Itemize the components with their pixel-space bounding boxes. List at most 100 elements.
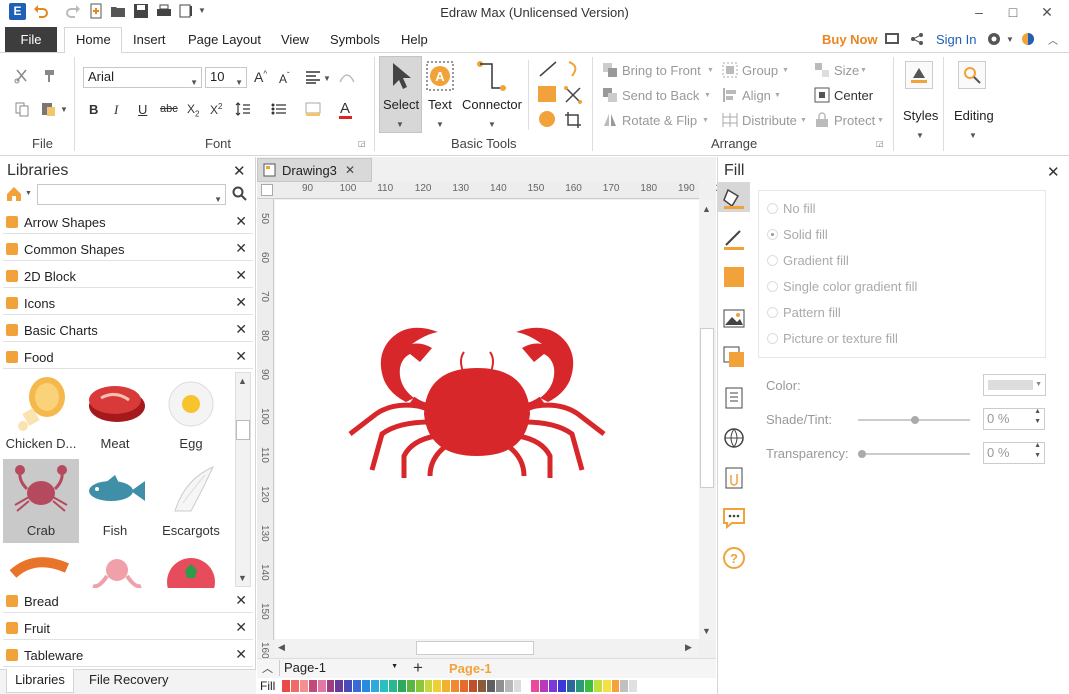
collapse-ribbon-icon[interactable]: ︿ (1048, 32, 1058, 47)
radio-gradient-fill[interactable] (767, 255, 778, 266)
line-spacing-icon[interactable] (235, 102, 251, 116)
transparency-slider-track[interactable] (858, 453, 970, 455)
presentation-icon[interactable] (884, 32, 900, 46)
palette-swatch[interactable] (326, 680, 336, 692)
add-page-icon[interactable]: + (413, 658, 423, 678)
close-icon[interactable]: ✕ (235, 646, 247, 663)
connector-tool-icon[interactable] (474, 60, 508, 94)
send-to-back-button[interactable]: Send to Back (622, 88, 699, 103)
cut-icon[interactable] (14, 68, 30, 84)
palette-swatch[interactable] (362, 680, 372, 692)
palette-swatch[interactable] (629, 680, 639, 692)
comment-icon[interactable] (722, 506, 746, 530)
fill-panel-close-icon[interactable]: ✕ (1047, 163, 1060, 181)
theme-icon[interactable] (1020, 31, 1036, 47)
buy-now-link[interactable]: Buy Now (822, 32, 878, 47)
palette-swatch[interactable] (317, 680, 327, 692)
shrink-font-icon[interactable]: Aˇ (279, 71, 290, 86)
settings-dropdown-icon[interactable]: ▼ (1006, 35, 1014, 44)
document-tab-close-icon[interactable]: ✕ (345, 163, 355, 177)
bring-to-front-icon[interactable] (602, 62, 618, 78)
text-tool-icon[interactable]: A (426, 61, 454, 91)
format-painter-icon[interactable] (40, 68, 56, 84)
palette-swatch[interactable] (602, 680, 612, 692)
align-dropdown-icon[interactable]: ▼ (323, 74, 331, 83)
palette-swatch[interactable] (593, 680, 603, 692)
library-search-input[interactable]: ▼ (37, 184, 226, 205)
underline-icon[interactable]: U (138, 102, 147, 117)
palette-swatch[interactable] (451, 680, 461, 692)
palette-swatch[interactable] (388, 680, 398, 692)
tab-libraries[interactable]: Libraries (6, 669, 74, 693)
transparency-slider-knob[interactable] (858, 450, 866, 458)
color-picker[interactable]: ▼ (983, 374, 1046, 396)
share-icon[interactable] (910, 32, 924, 46)
tab-home[interactable]: Home (76, 32, 111, 47)
palette-swatch[interactable] (531, 680, 541, 692)
close-icon[interactable]: ✕ (235, 294, 247, 311)
option-pattern-fill[interactable]: Pattern fill (783, 305, 841, 320)
option-picture-texture-fill[interactable]: Picture or texture fill (783, 331, 898, 346)
palette-swatch[interactable] (353, 680, 363, 692)
shape-octopus[interactable] (79, 554, 151, 588)
option-single-color-gradient-fill[interactable]: Single color gradient fill (783, 279, 917, 294)
scroll-right-icon[interactable]: ▶ (685, 642, 692, 653)
palette-swatch[interactable] (522, 680, 532, 692)
distribute-dropdown-icon[interactable]: ▼ (800, 117, 807, 124)
italic-icon[interactable]: I (114, 102, 118, 118)
grow-font-icon[interactable]: A^ (254, 69, 267, 85)
shape-crab-selected[interactable]: Crab (3, 459, 79, 543)
font-dialog-launcher-icon[interactable]: ◲ (358, 139, 366, 148)
line-style-icon[interactable] (722, 227, 746, 251)
help-icon[interactable]: ? (722, 546, 746, 570)
bullet-list-icon[interactable] (271, 102, 287, 116)
rotate-flip-icon[interactable] (602, 112, 618, 128)
center-icon[interactable] (814, 87, 830, 103)
page-selector[interactable]: Page-1 ▼ (279, 660, 400, 676)
minimize-button[interactable]: – (962, 0, 996, 24)
bring-to-front-button[interactable]: Bring to Front (622, 63, 701, 78)
library-scrollbar-thumb[interactable] (236, 420, 250, 440)
scroll-up-icon[interactable]: ▲ (702, 204, 711, 214)
text-style-icon[interactable] (338, 70, 356, 84)
option-gradient-fill[interactable]: Gradient fill (783, 253, 849, 268)
close-icon[interactable]: ✕ (235, 592, 247, 609)
editing-search-icon[interactable] (958, 61, 986, 89)
shape-tomato[interactable] (155, 554, 227, 588)
font-size-select[interactable]: 10 ▼ (205, 67, 247, 88)
distribute-icon[interactable] (722, 112, 738, 128)
libraries-close-icon[interactable]: ✕ (233, 162, 246, 180)
connector-dropdown-icon[interactable]: ▼ (488, 120, 496, 129)
page-bar-collapse-icon[interactable]: ︿ (262, 660, 273, 676)
image-icon[interactable] (722, 307, 746, 331)
library-category-fruit[interactable]: Fruit ✕ (3, 616, 253, 640)
option-solid-fill[interactable]: Solid fill (783, 227, 828, 242)
tab-help[interactable]: Help (401, 32, 428, 47)
send-to-back-icon[interactable] (602, 87, 618, 103)
font-color-icon[interactable]: A (340, 100, 350, 117)
radio-single-color-gradient-fill[interactable] (767, 281, 778, 292)
palette-swatch[interactable] (584, 680, 594, 692)
shape-chicken-drumstick[interactable]: Chicken D... (5, 372, 77, 456)
size-icon[interactable] (814, 62, 830, 78)
scroll-down-icon[interactable]: ▼ (238, 573, 247, 583)
settings-gear-icon[interactable] (986, 31, 1002, 47)
strikethrough-icon[interactable]: abc (160, 103, 178, 115)
transparency-input[interactable]: 0 % ▲ ▼ (983, 442, 1045, 464)
shape-fish[interactable]: Fish (79, 459, 151, 543)
styles-button[interactable]: Styles (903, 108, 938, 123)
select-dropdown-icon[interactable]: ▼ (396, 120, 404, 129)
paste-dropdown-icon[interactable]: ▼ (60, 105, 68, 114)
radio-pattern-fill[interactable] (767, 307, 778, 318)
palette-swatch[interactable] (486, 680, 496, 692)
palette-swatch[interactable] (504, 680, 514, 692)
size-dropdown-icon[interactable]: ▼ (860, 67, 867, 74)
tab-page-layout[interactable]: Page Layout (188, 32, 261, 47)
library-category-icons[interactable]: Icons ✕ (3, 291, 253, 315)
shape-egg[interactable]: Egg (155, 372, 227, 456)
shade-tint-slider-knob[interactable] (911, 416, 919, 424)
text-dropdown-icon[interactable]: ▼ (436, 120, 444, 129)
palette-swatch[interactable] (415, 680, 425, 692)
library-category-arrow-shapes[interactable]: Arrow Shapes ✕ (3, 210, 253, 234)
hyperlink-globe-icon[interactable] (722, 426, 746, 450)
